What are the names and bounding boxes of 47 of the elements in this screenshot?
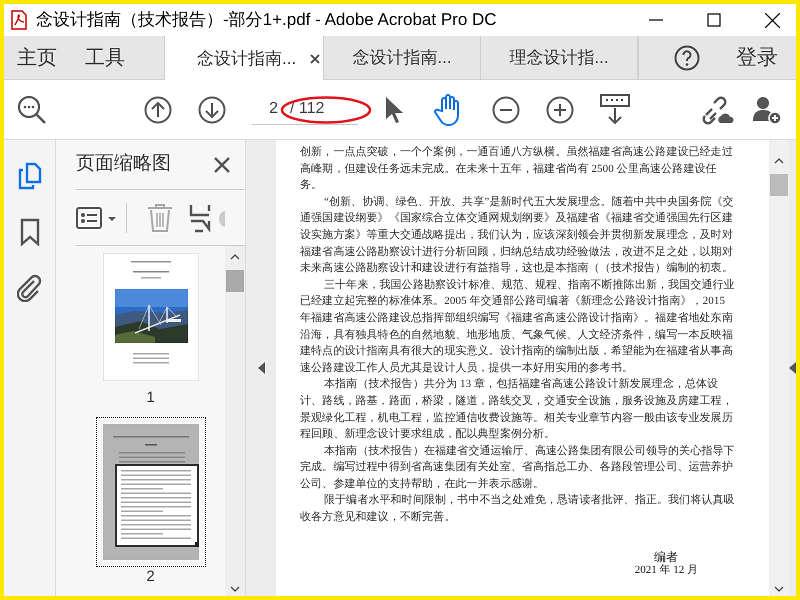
zoom-out-icon[interactable] (492, 96, 520, 124)
arrow-up-icon[interactable] (144, 96, 172, 124)
paperclip-icon[interactable] (16, 274, 42, 302)
hand-icon[interactable] (434, 94, 462, 126)
paragraph: 限于编者水平和时间限制，书中不当之处难免，恳请读者批评、指正。我们将认真吸收各方意见和建议，不断完善。 (300, 492, 736, 526)
link-cloud-icon[interactable] (702, 94, 734, 124)
pages-icon[interactable] (18, 162, 42, 190)
scroll-up-icon[interactable] (230, 254, 240, 260)
paragraph: 创新，一点点突破，一个个案例，一通百通八方纵横。虽然福建省高速公路建设已经走过高峰期，但建设任务远未完成。在未来十五年，福建省尚有 2500 公里高速公路建设任务。 (300, 144, 734, 194)
window-title: 念设计指南（技术报告）-部分1+.pdf - Adobe Acrobat Pro DC (36, 9, 497, 32)
paragraph: 三十年来，我国公路勘察设计标准、规范、规程、指南不断推陈出新，我国交通行业已经建立起完整的标准体系。2005 年交通部公路司编著《新理念公路设计指南》，2015 年福建省高速公路建设总指挥部组织编写《福建省高速公路设计指南》。福建省地处东南沿海，具有独具特色的自然地貌、地形地质、气象气候、人文经济条件，编写一本反映福建特点的设计指南具有很大的现实意义。设计指南的编制出版，希望能为在福建省从事高速公路建设工作人员尤其是设计人员，提供一本好用实用的参考书。 (300, 278, 736, 376)
scroll-up-icon[interactable] (774, 158, 784, 164)
trash-icon (147, 202, 173, 232)
maximize-icon[interactable] (707, 13, 721, 27)
add-user-icon[interactable] (752, 94, 782, 124)
paragraph: 本指南（技术报告）共分为 13 章，包括福建省高速公路设计新发展理念，总体设计、路线，路基，路面，桥梁，隧道，路线交叉，交通安全设施，服务设施及房建工程，景观绿化工程，机电工程，监控通信收费设施等。相关专业章节内容一般由该专业发展历程回顾、新理念设计要求组成，配以典型案例分析。 (300, 376, 734, 442)
scrollbar-thumb[interactable] (770, 174, 788, 196)
pointer-icon[interactable] (384, 96, 404, 124)
zoom-in-icon[interactable] (546, 96, 574, 124)
app-icon (10, 10, 28, 30)
keyboard-icon[interactable] (600, 94, 630, 126)
collapse-left-icon[interactable] (258, 362, 264, 374)
document-tab[interactable]: 念设计指南... (164, 36, 324, 81)
sign-in-button[interactable]: 登录 (736, 42, 778, 74)
paragraph: “创新、协调、绿色、开放、共享”是新时代五大发展理念。随着中共中央国务院《交通强国建设纲要》《国家综合立体交通网规划纲要》及福建省《福建省交通强国先行区建设实施方案》等重大交通战略提出，我们认为，应该深刻领会并贯彻新发展理念，及时对福建省高速公路勘察设计进行分析回顾，归纳总结成功经验做法，改进不足之处，以期对未来高速公路勘察设计和建设进行有益指导，这也是本指南（（技术报告）编制的初衷。 (300, 194, 735, 276)
arrow-down-icon[interactable] (198, 96, 226, 124)
close-icon[interactable] (765, 12, 780, 28)
nav-tab[interactable]: 主页 (17, 42, 57, 72)
scroll-down-icon[interactable] (774, 586, 784, 592)
page-number: 2 (146, 568, 155, 586)
scrollbar-thumb[interactable] (226, 270, 244, 292)
panel-title: 页面缩略图 (76, 152, 171, 176)
page-number-field[interactable]: 2 (252, 97, 278, 121)
crop-pages-icon[interactable] (189, 202, 211, 232)
page-thumbnail[interactable] (96, 417, 206, 567)
scroll-down-icon[interactable] (230, 586, 240, 592)
signature: 编者 (654, 550, 679, 564)
options-menu-icon[interactable] (76, 204, 118, 230)
search-icon[interactable] (16, 94, 48, 126)
nav-tab[interactable]: 工具 (85, 42, 125, 72)
paragraph: 本指南（技术报告）在福建省交通运输厅、高速公路集团有限公司领导的关心指导下完成。编写过程中得到省高速集团有关处室、省高指总工办、各路段管理公司、运营养护公司、参建单位的支持帮助，在此一并表示感谢。 (300, 444, 736, 492)
document-date: 2021 年 12 月 (634, 564, 698, 576)
bookmark-icon[interactable] (20, 218, 40, 246)
close-panel-icon[interactable] (214, 156, 230, 172)
close-tab-icon[interactable] (310, 54, 320, 64)
page-number: 1 (146, 389, 155, 407)
help-icon[interactable] (674, 44, 700, 70)
